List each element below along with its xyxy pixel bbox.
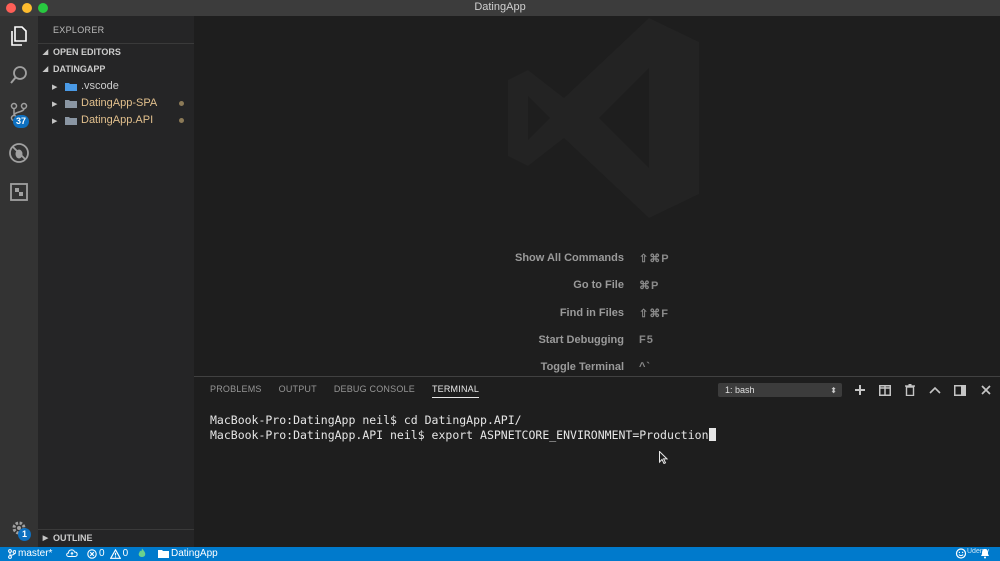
tab-debug-console[interactable]: DEBUG CONSOLE [334,384,415,398]
folder-icon [65,100,77,108]
terminal-line: MacBook-Pro:DatingApp neil$ cd DatingApp… [210,413,522,427]
editor-area: Show All Commands ⇧⌘P Go to File ⌘P Find… [194,16,1000,376]
workspace-root-section[interactable]: ◢ DATINGAPP [38,60,194,77]
terminal-select-value: 1: bash [725,385,755,395]
split-terminal-button[interactable] [877,382,893,398]
extension-status[interactable] [137,548,147,558]
source-control-badge: 37 [13,115,30,128]
explorer-title: EXPLORER [53,25,105,35]
git-branch-icon [8,548,16,559]
shortcut-label: Toggle Terminal [540,361,624,373]
shortcut-keys: ⌘P [639,280,660,292]
shortcut-label: Go to File [573,279,624,291]
chevron-right-icon: ▶ [52,83,58,91]
maximize-panel-button[interactable] [927,382,943,398]
panel-layout-icon [954,384,966,396]
shortcut-keys: ⇧⌘P [639,253,670,265]
tree-item-label: .vscode [81,80,119,92]
workspace-folder-status[interactable]: DatingApp [158,548,218,559]
modified-dot-icon [179,118,184,123]
terminal-line-text: MacBook-Pro:DatingApp.API neil$ export A… [210,428,709,442]
error-count: 0 [99,548,105,559]
tab-output[interactable]: OUTPUT [279,384,317,398]
tree-item-datingapp-api[interactable]: ▶ DatingApp.API [38,112,194,129]
flame-icon [138,548,146,557]
chevron-down-icon: ◢ [42,65,49,73]
tree-item-vscode[interactable]: ▶ .vscode [38,78,194,95]
vscode-folder-icon [65,83,77,91]
settings-badge: 1 [18,528,31,541]
warning-icon [109,548,121,559]
tab-problems[interactable]: PROBLEMS [210,384,262,398]
toggle-panel-layout-button[interactable] [952,382,968,398]
explorer-sidebar: EXPLORER ◢ OPEN EDITORS ◢ DATINGAPP ▶ .v… [38,16,194,547]
shortcut-keys: ^` [639,361,652,373]
shortcut-start-debugging: Start Debugging F5 [194,334,1000,350]
bell-icon [981,549,989,559]
chevron-right-icon: ▶ [52,100,58,108]
modified-dot-icon [179,101,184,106]
outline-section[interactable]: ▶ OUTLINE [38,529,194,546]
shortcut-label: Find in Files [559,307,624,319]
debug-icon[interactable] [7,141,31,165]
tree-item-label: DatingApp.API [81,114,154,126]
folder-icon [65,117,77,125]
close-panel-button[interactable] [978,382,994,398]
status-bar: master* 0 0 DatingApp Udemy [0,547,1000,561]
open-editors-section[interactable]: ◢ OPEN EDITORS [38,43,194,60]
open-editors-label: OPEN EDITORS [53,47,121,57]
shortcut-toggle-terminal: Toggle Terminal ^` [194,361,1000,377]
tab-terminal[interactable]: TERMINAL [431,384,480,398]
search-icon[interactable] [7,63,31,87]
shortcut-show-all-commands: Show All Commands ⇧⌘P [194,252,1000,268]
notifications-status[interactable] [980,548,990,559]
sync-status[interactable] [66,548,78,557]
new-terminal-button[interactable] [852,382,868,398]
extensions-icon[interactable] [7,180,31,204]
chevron-updown-icon: ⬍ [830,386,837,395]
close-icon [981,385,991,395]
workspace-root-label: DATINGAPP [53,63,106,74]
window-title: DatingApp [474,1,526,13]
trash-icon [905,384,915,396]
git-branch-status[interactable]: master* [8,548,52,559]
title-bar: DatingApp [0,0,1000,16]
warning-count: 0 [122,548,129,559]
tree-item-label: DatingApp-SPA [81,97,158,109]
shortcut-keys: F5 [639,334,654,346]
files-icon[interactable] [7,24,31,48]
shortcut-find-in-files: Find in Files ⇧⌘F [194,307,1000,323]
chevron-right-icon: ▶ [42,535,49,542]
activity-bar: 37 1 [0,16,38,547]
chevron-down-icon: ◢ [42,49,49,56]
git-branch-label: master* [18,548,53,559]
terminal-select[interactable]: 1: bash ⬍ [718,383,842,397]
add-icon [855,385,865,395]
terminal-cursor [708,428,716,441]
shortcut-keys: ⇧⌘F [639,308,669,320]
cloud-upload-icon [66,549,78,557]
shortcut-label: Start Debugging [538,334,624,346]
split-icon [879,384,891,396]
problems-status[interactable]: 0 0 [87,548,128,559]
tree-item-datingapp-spa[interactable]: ▶ DatingApp-SPA [38,95,194,112]
workspace-folder-label: DatingApp [171,548,218,559]
kill-terminal-button[interactable] [902,382,918,398]
terminal-line-current[interactable]: MacBook-Pro:DatingApp.API neil$ export A… [210,428,716,442]
folder-icon [158,550,169,558]
maximize-chevron-icon [929,386,941,394]
shortcut-label: Show All Commands [515,252,624,264]
error-icon [87,548,97,559]
shortcut-go-to-file: Go to File ⌘P [194,279,1000,295]
panel-tabs: PROBLEMS OUTPUT DEBUG CONSOLE TERMINAL [210,384,496,398]
vscode-logo-watermark-icon [508,18,699,218]
mouse-pointer-icon [659,451,668,464]
outline-label: OUTLINE [53,533,93,543]
bottom-panel: PROBLEMS OUTPUT DEBUG CONSOLE TERMINAL 1… [194,376,1000,547]
chevron-right-icon: ▶ [52,117,58,125]
